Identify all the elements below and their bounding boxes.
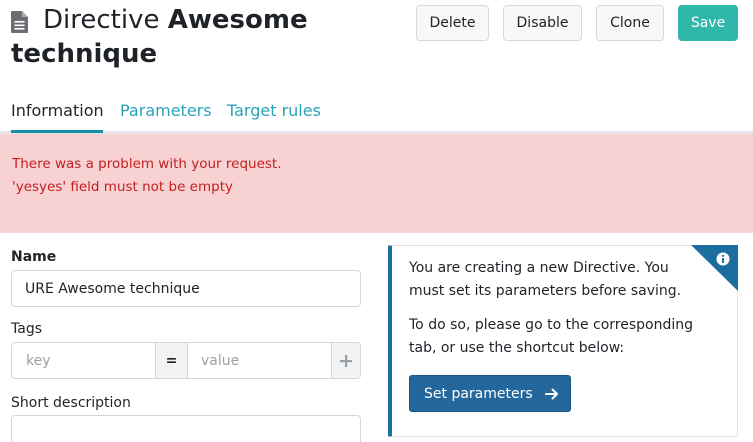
tag-value-input[interactable] [188, 343, 331, 378]
tags-input-group: = [11, 342, 361, 379]
clone-button[interactable]: Clone [596, 5, 664, 41]
error-alert: There was a problem with your request. '… [0, 134, 753, 233]
alert-message: There was a problem with your request. [12, 156, 282, 172]
set-parameters-label: Set parameters [424, 385, 533, 402]
short-description-input[interactable] [11, 415, 361, 442]
plus-icon [340, 354, 352, 367]
disable-button[interactable]: Disable [503, 5, 582, 41]
tab-bar: Information Parameters Target rules [0, 96, 753, 134]
add-tag-button[interactable] [331, 343, 360, 378]
alert-detail: 'yesyes' field must not be empty [12, 179, 233, 195]
page-title: Directive Awesome technique [11, 3, 371, 71]
save-button[interactable]: Save [678, 5, 738, 41]
tab-parameters[interactable]: Parameters [120, 100, 212, 122]
info-instruction: To do so, please go to the corresponding… [409, 317, 693, 356]
info-message: You are creating a new Directive. You mu… [409, 260, 682, 299]
info-panel: You are creating a new Directive. You mu… [388, 245, 738, 437]
delete-button[interactable]: Delete [416, 5, 489, 41]
tags-label: Tags [11, 321, 42, 337]
title-prefix: Directive [43, 5, 160, 35]
short-description-label: Short description [11, 395, 131, 411]
set-parameters-button[interactable]: Set parameters [409, 375, 571, 412]
name-input[interactable] [11, 270, 361, 307]
arrow-right-icon [544, 388, 558, 399]
tab-information[interactable]: Information [11, 100, 104, 122]
tag-separator: = [155, 343, 188, 378]
tag-key-input[interactable] [12, 343, 155, 378]
name-label: Name [11, 249, 57, 265]
active-tab-indicator [11, 130, 103, 133]
page-header: Directive Awesome technique Delete Disab… [0, 0, 753, 90]
tab-target-rules[interactable]: Target rules [227, 100, 321, 122]
